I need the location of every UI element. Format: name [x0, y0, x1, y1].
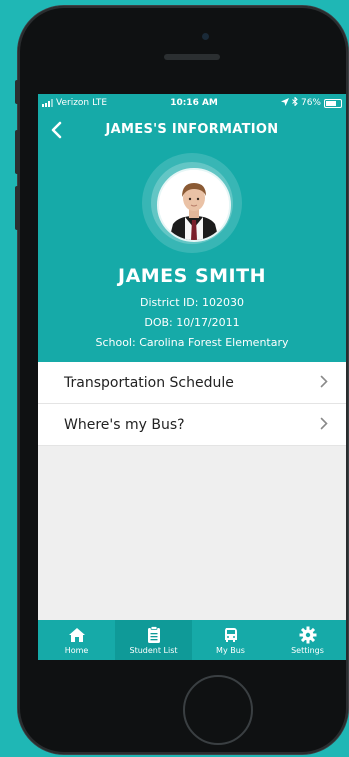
student-name: JAMES SMITH: [118, 265, 266, 287]
earpiece: [164, 54, 220, 60]
chevron-right-icon: [320, 415, 328, 434]
menu-item-wheres-my-bus[interactable]: Where's my Bus?: [38, 404, 346, 446]
dob-text: DOB: 10/17/2011: [144, 316, 240, 329]
network-label: LTE: [92, 98, 108, 108]
school-text: School: Carolina Forest Elementary: [95, 336, 289, 349]
district-id-text: District ID: 102030: [140, 296, 244, 309]
tab-label: Settings: [291, 645, 324, 655]
menu-item-label: Transportation Schedule: [64, 374, 234, 391]
bottom-tab-bar: Home Student List My Bus Settings: [38, 620, 346, 660]
student-avatar: [157, 168, 231, 242]
tab-label: Student List: [129, 645, 178, 655]
volume-down-button: [15, 186, 19, 230]
navigation-bar: JAMES'S INFORMATION: [38, 112, 346, 150]
menu-item-label: Where's my Bus?: [64, 416, 185, 433]
status-left: Verizon LTE: [38, 98, 107, 108]
tab-label: Home: [64, 645, 89, 655]
front-camera: [202, 33, 209, 40]
student-profile-header: JAMES SMITH District ID: 102030 DOB: 10/…: [38, 150, 346, 362]
tab-settings[interactable]: Settings: [269, 620, 346, 660]
page-title: JAMES'S INFORMATION: [105, 122, 279, 137]
gear-icon: [299, 626, 317, 644]
student-menu: Transportation Schedule Where's my Bus?: [38, 362, 346, 446]
home-button[interactable]: [183, 675, 253, 745]
tab-home[interactable]: Home: [38, 620, 115, 660]
mute-switch: [15, 80, 19, 104]
clipboard-icon: [147, 625, 161, 644]
battery-icon: [323, 98, 342, 108]
carrier-label: Verizon: [56, 98, 90, 108]
tab-my-bus[interactable]: My Bus: [192, 620, 269, 660]
volume-up-button: [15, 130, 19, 174]
app-screen: Verizon LTE 10:16 AM 76% JAMES'S INFORMA…: [38, 94, 346, 660]
tab-label: My Bus: [216, 645, 245, 655]
battery-percent: 76%: [300, 98, 321, 108]
bus-icon: [222, 626, 240, 644]
status-bar: Verizon LTE 10:16 AM 76%: [38, 94, 346, 112]
bluetooth-icon: [292, 96, 298, 109]
tab-student-list[interactable]: Student List: [115, 620, 192, 660]
clock-label: 10:16 AM: [170, 98, 218, 108]
signal-icon: [42, 99, 53, 107]
status-right: 76%: [280, 96, 346, 109]
location-icon: [280, 97, 289, 109]
student-photo: [159, 170, 229, 240]
home-icon: [68, 626, 86, 644]
menu-item-transportation-schedule[interactable]: Transportation Schedule: [38, 362, 346, 404]
chevron-right-icon: [320, 373, 328, 392]
